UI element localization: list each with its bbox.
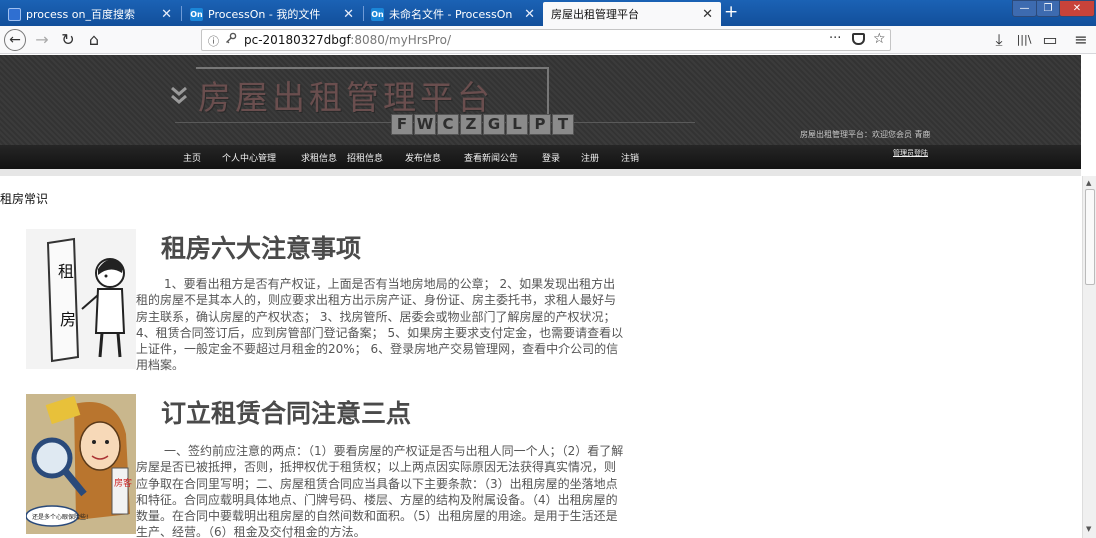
logo-letter: Z — [460, 114, 482, 135]
logo-letter: W — [414, 114, 436, 135]
maximize-button[interactable]: ❐ — [1036, 0, 1060, 17]
address-bar[interactable]: ⓘ pc-20180327dbgf:8080/myHrsPro/ ··· ☆ — [201, 29, 891, 51]
bookmark-star-icon[interactable]: ☆ — [873, 31, 886, 47]
tab-title: 未命名文件 - ProcessOn — [389, 8, 513, 21]
logo-letter: C — [437, 114, 459, 135]
nav-personal-center[interactable]: 个人中心管理 — [222, 151, 276, 164]
url-text: pc-20180327dbgf:8080/myHrsPro/ — [244, 33, 451, 47]
renting-cartoon-image: 租 房 — [26, 229, 136, 369]
nav-logout[interactable]: 注销 — [621, 151, 639, 164]
logo-letter: L — [506, 114, 528, 135]
nav-offer-rental[interactable]: 招租信息 — [347, 151, 383, 164]
chevron-down-icon — [170, 85, 188, 111]
nav-publish[interactable]: 发布信息 — [405, 151, 441, 164]
processon-icon: On — [190, 7, 203, 21]
site-nav-bar: 主页 个人中心管理 求租信息 招租信息 发布信息 查看新闻公告 登录 注册 注销… — [0, 145, 1081, 169]
logo-letter: T — [552, 114, 574, 135]
site-logo-title: 房屋出租管理平台 — [198, 78, 494, 117]
forward-button[interactable]: → — [31, 29, 53, 51]
baidu-icon — [8, 7, 21, 21]
article-title: 订立租赁合同注意三点 — [161, 399, 412, 428]
tab-rental-platform[interactable]: 房屋出租管理平台 ✕ — [543, 2, 721, 26]
article-renting-tips: 租 房 租房六大注意事项 1、要看出租方是否有产权证，上面是否有当地房地局的公章… — [26, 229, 626, 374]
article-contract-tips: 房客 还是多个心眼保险些! 订立租赁合同注意三点 一、签约前应注意的两点：（1）… — [25, 394, 626, 538]
nav-news[interactable]: 查看新闻公告 — [464, 151, 518, 164]
nav-home[interactable]: 主页 — [183, 151, 201, 164]
logo-letter: P — [529, 114, 551, 135]
navigation-toolbar: ← → ↻ ⌂ ⓘ pc-20180327dbgf:8080/myHrsPro/… — [0, 26, 1096, 54]
close-tab-icon[interactable]: ✕ — [343, 7, 354, 22]
minimize-button[interactable]: — — [1012, 0, 1037, 17]
logo-letter-blocks: F W C Z G L P T — [391, 114, 575, 135]
sidebar-icon[interactable]: ▭ — [1039, 29, 1061, 51]
logo-letter: F — [391, 114, 413, 135]
image-speech-bubble: 还是多个心眼保险些! — [32, 513, 88, 521]
logo-letter: G — [483, 114, 505, 135]
new-tab-button[interactable]: + — [724, 2, 738, 22]
scrollbar-thumb[interactable] — [1085, 189, 1095, 285]
back-button[interactable]: ← — [4, 29, 26, 51]
scroll-up-icon[interactable]: ▲ — [1086, 179, 1091, 187]
processon-icon: On — [371, 7, 384, 21]
menu-icon[interactable]: ≡ — [1070, 29, 1092, 51]
header-spacer — [0, 169, 1081, 176]
url-host: pc-20180327dbgf — [244, 33, 351, 47]
reload-button[interactable]: ↻ — [57, 29, 79, 51]
admin-login-link[interactable]: 管理员登陆 — [893, 148, 928, 158]
image-fangke-label: 房客 — [114, 477, 132, 489]
site-header: 房屋出租管理平台 F W C Z G L P T 房屋出租管理平台：欢迎您会员 … — [0, 55, 1081, 145]
key-icon — [225, 32, 237, 47]
tab-processon-files[interactable]: On ProcessOn - 我的文件 ✕ — [182, 2, 362, 26]
article-body: 一、签约前应注意的两点：（1）要看房屋的产权证是否与出租人同一个人；（2）看了解… — [136, 444, 624, 538]
contract-cartoon-image: 房客 还是多个心眼保险些! — [25, 394, 136, 534]
scroll-down-icon[interactable]: ▼ — [1086, 525, 1091, 533]
info-icon[interactable]: ⓘ — [208, 33, 219, 49]
tab-title: ProcessOn - 我的文件 — [208, 8, 321, 21]
article-title: 租房六大注意事项 — [161, 234, 362, 263]
tab-title: process on_百度搜索 — [26, 8, 135, 21]
article-body: 1、要看出租方是否有产权证，上面是否有当地房地局的公章； 2、如果发现出租方出租… — [136, 277, 624, 373]
close-tab-icon[interactable]: ✕ — [161, 7, 172, 22]
nav-login[interactable]: 登录 — [542, 151, 560, 164]
browser-tab-strip: process on_百度搜索 ✕ On ProcessOn - 我的文件 ✕ … — [0, 0, 1096, 26]
tab-baidu-search[interactable]: process on_百度搜索 ✕ — [0, 2, 180, 26]
page-actions-icon[interactable]: ··· — [829, 31, 841, 46]
nav-seek-rental[interactable]: 求租信息 — [301, 151, 337, 164]
tab-processon-untitled[interactable]: On 未命名文件 - ProcessOn ✕ — [363, 2, 543, 26]
nav-register[interactable]: 注册 — [581, 151, 599, 164]
image-char-2: 房 — [60, 310, 76, 329]
downloads-icon[interactable]: ⤓ — [988, 29, 1010, 51]
home-button[interactable]: ⌂ — [83, 29, 105, 51]
library-icon[interactable]: |||\ — [1013, 29, 1035, 51]
welcome-text: 房屋出租管理平台：欢迎您会员 青鹿 — [800, 130, 931, 139]
close-window-button[interactable]: ✕ — [1059, 0, 1095, 17]
image-char-1: 租 — [58, 262, 74, 281]
page-viewport: 房屋出租管理平台 F W C Z G L P T 房屋出租管理平台：欢迎您会员 … — [0, 55, 1096, 538]
close-tab-icon[interactable]: ✕ — [702, 7, 713, 22]
vertical-scrollbar[interactable]: ▲ ▼ — [1082, 176, 1096, 538]
url-path: :8080/myHrsPro/ — [350, 33, 451, 47]
pocket-icon[interactable] — [852, 33, 865, 45]
tab-title: 房屋出租管理平台 — [551, 8, 639, 21]
close-tab-icon[interactable]: ✕ — [524, 7, 535, 22]
section-title: 租房常识 — [0, 192, 49, 206]
